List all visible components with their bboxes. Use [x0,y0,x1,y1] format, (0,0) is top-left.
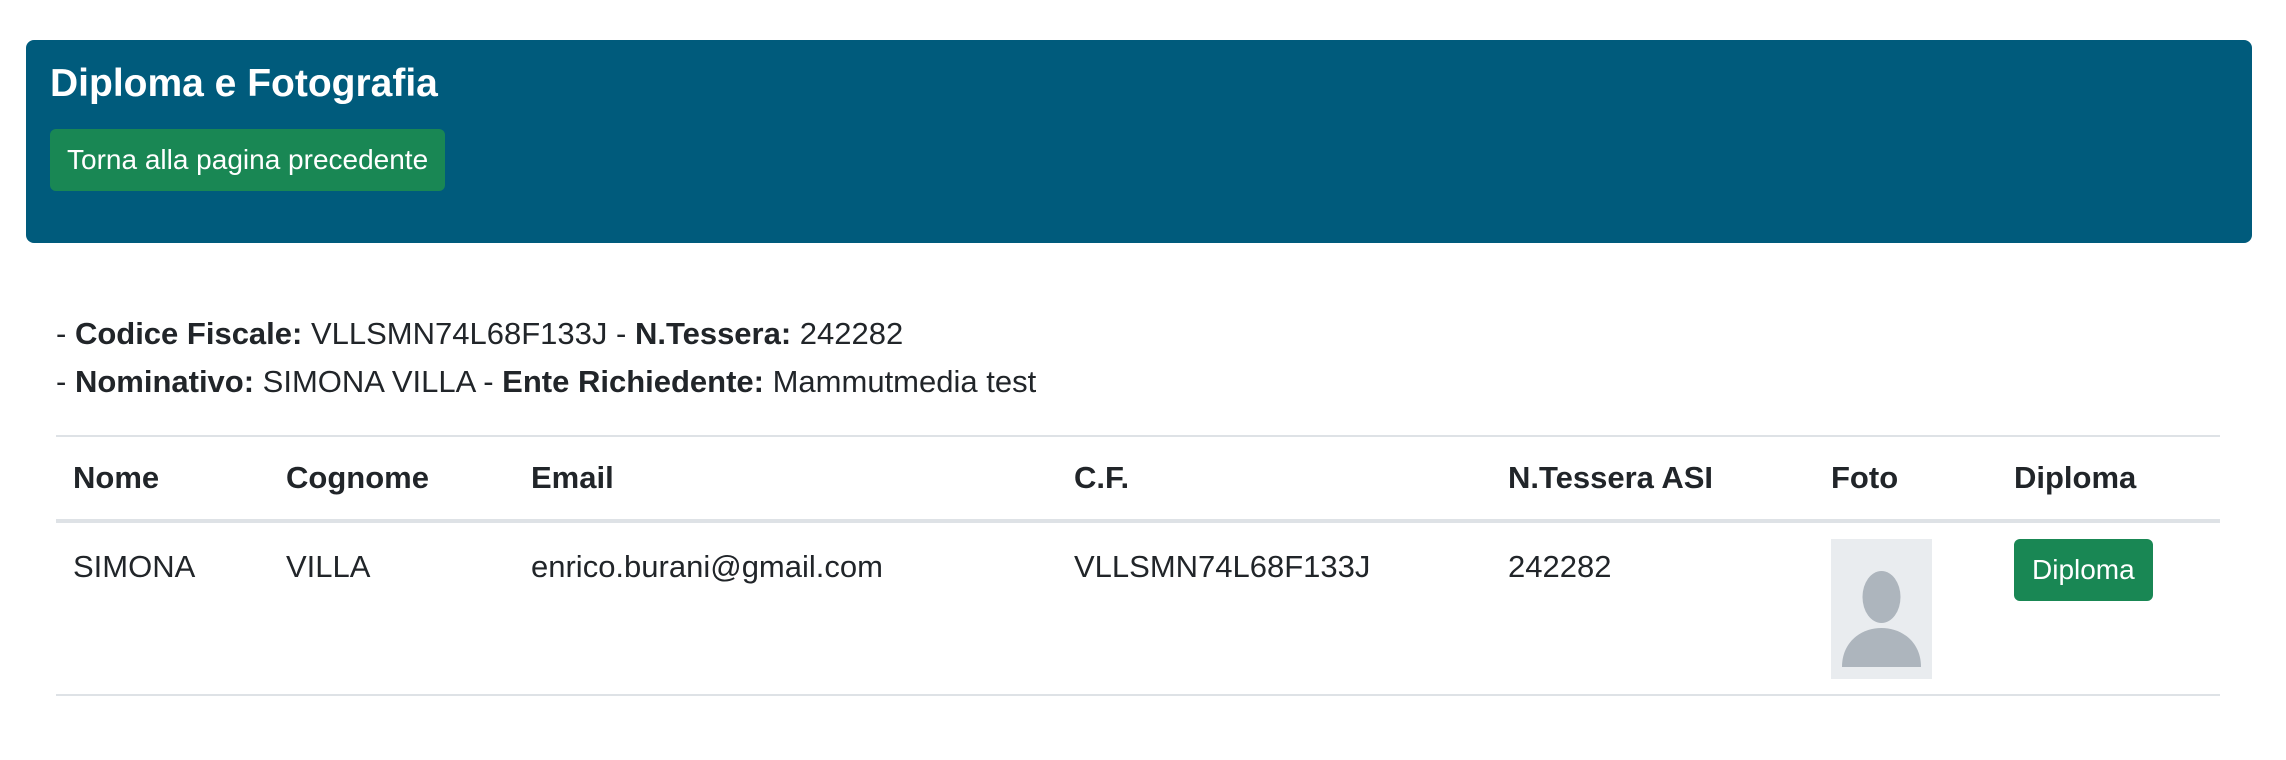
codice-fiscale-value: VLLSMN74L68F133J [302,316,608,351]
cell-cognome: VILLA [269,521,514,696]
cell-foto [1814,521,1997,696]
cell-nome: SIMONA [56,521,269,696]
column-header-cf: C.F. [1057,435,1491,523]
info-separator: - [607,316,635,351]
ente-label: Ente Richiedente: [502,364,764,399]
tessera-label: N.Tessera: [634,316,792,351]
diploma-button[interactable]: Diploma [2014,539,2153,601]
column-header-foto: Foto [1814,435,1997,523]
codice-fiscale-label: Codice Fiscale: [74,316,303,351]
cell-diploma: Diploma [1997,521,2220,696]
column-header-email: Email [514,435,1057,523]
member-info: - Codice Fiscale: VLLSMN74L68F133J - N.T… [56,310,1036,406]
column-header-tessera: N.Tessera ASI [1491,435,1814,523]
table-header-row: Nome Cognome Email C.F. N.Tessera ASI Fo… [56,435,2220,523]
info-prefix: - [56,316,75,351]
tessera-value: 242282 [791,316,904,351]
info-separator: - [474,364,503,399]
table-row: SIMONA VILLA enrico.burani@gmail.com VLL… [56,521,2220,696]
back-button[interactable]: Torna alla pagina precedente [50,129,446,191]
column-header-cognome: Cognome [269,435,514,523]
header-panel: Diploma e Fotografia Torna alla pagina p… [26,40,2252,243]
info-line-fiscal: - Codice Fiscale: VLLSMN74L68F133J - N.T… [56,310,1036,358]
column-header-diploma: Diploma [1997,435,2220,523]
user-avatar-placeholder-icon[interactable] [1831,539,1932,679]
info-prefix: - [56,364,75,399]
cell-tessera: 242282 [1491,521,1814,696]
nominativo-label: Nominativo: [74,364,255,399]
ente-value: Mammutmedia test [764,364,1037,399]
column-header-nome: Nome [56,435,269,523]
cell-cf: VLLSMN74L68F133J [1057,521,1491,696]
members-table: Nome Cognome Email C.F. N.Tessera ASI Fo… [56,435,2220,696]
cell-email: enrico.burani@gmail.com [514,521,1057,696]
page-title: Diploma e Fotografia [50,62,438,105]
info-line-name: - Nominativo: SIMONA VILLA - Ente Richie… [56,358,1036,406]
nominativo-value: SIMONA VILLA [254,364,475,399]
